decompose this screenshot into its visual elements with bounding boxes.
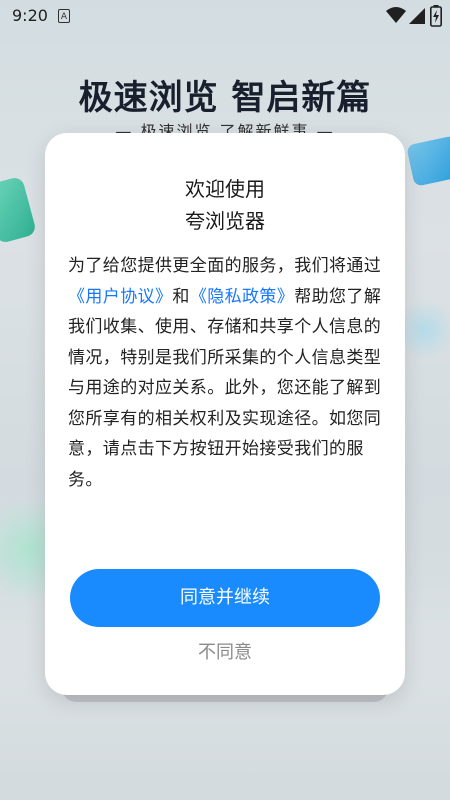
user-agreement-link[interactable]: 《用户协议》 (68, 287, 172, 307)
privacy-policy-link[interactable]: 《隐私政策》 (190, 287, 294, 307)
body-text: 帮助您了解我们收集、使用、存储和共享个人信息的情况，特别是我们所采集的个人信息类… (68, 286, 382, 490)
agree-continue-button[interactable]: 同意并继续 (70, 569, 380, 627)
disagree-button[interactable]: 不同意 (45, 638, 405, 664)
body-text: 和 (172, 286, 190, 307)
dialog-title-line2: 夸浏览器 (185, 209, 265, 233)
body-text: 为了给您提供更全面的服务，我们将通过 (68, 256, 382, 276)
dialog-title-line1: 欢迎使用 (185, 177, 265, 201)
privacy-dialog: 欢迎使用 夸浏览器 为了给您提供更全面的服务，我们将通过《用户协议》和《隐私政策… (45, 133, 405, 695)
dialog-body: 为了给您提供更全面的服务，我们将通过《用户协议》和《隐私政策》帮助您了解我们收集… (68, 251, 383, 495)
dialog-title: 欢迎使用 夸浏览器 (45, 173, 405, 237)
